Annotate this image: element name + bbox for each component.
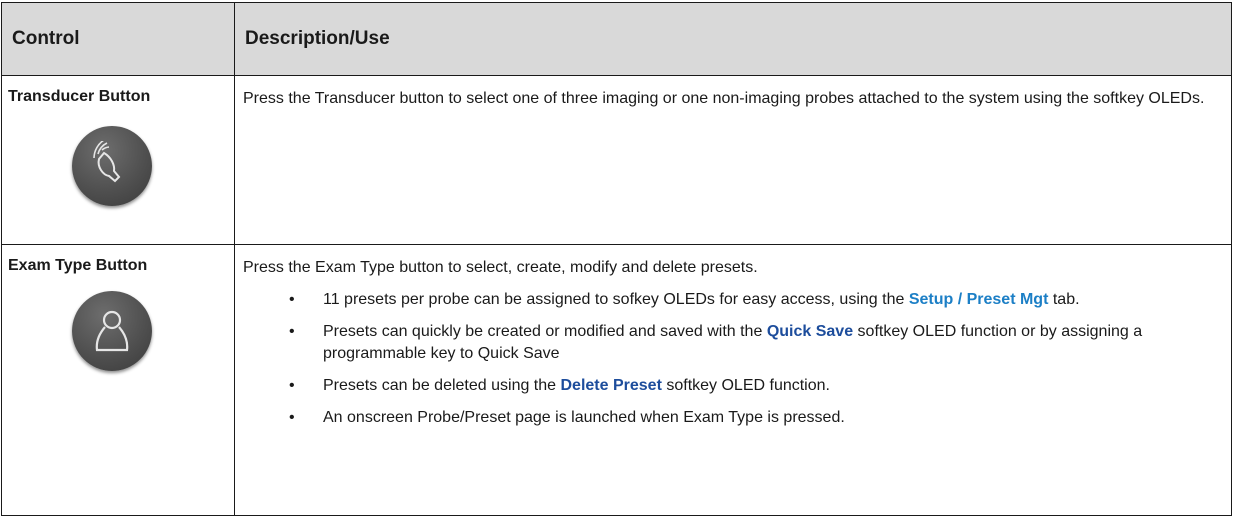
table-row: Exam Type Button Press the Exam Type but… (1, 244, 1232, 516)
bullet-text: softkey OLED function. (666, 377, 830, 394)
bullet-text: tab. (1052, 291, 1080, 308)
bullet-icon: • (289, 323, 295, 340)
quick-save-link[interactable]: Quick Save (767, 323, 853, 340)
setup-preset-mgt-link[interactable]: Setup / Preset Mgt (909, 291, 1049, 308)
bullet-icon: • (289, 377, 295, 394)
list-item: • An onscreen Probe/Preset page is launc… (243, 407, 1225, 429)
bullet-text: 11 presets per probe can be assigned to … (323, 291, 905, 308)
bullet-icon: • (289, 291, 295, 308)
header-control: Control (1, 2, 235, 76)
delete-preset-link[interactable]: Delete Preset (561, 377, 662, 394)
description-cell: Press the Transducer button to select on… (234, 75, 1232, 245)
bullet-text: An onscreen Probe/Preset page is launche… (323, 409, 845, 426)
description-cell: Press the Exam Type button to select, cr… (234, 244, 1232, 516)
control-cell: Exam Type Button (1, 244, 235, 516)
control-label-exam-type: Exam Type Button (8, 257, 148, 274)
bullet-text: Presets can be deleted using the (323, 377, 557, 394)
transducer-description: Press the Transducer button to select on… (243, 90, 1205, 107)
bullet-text: Presets can quickly be created or modifi… (323, 323, 763, 340)
control-cell: Transducer Button (1, 75, 235, 245)
exam-type-person-icon (72, 291, 152, 371)
table-row: Transducer Button Press the Transducer b… (1, 75, 1232, 245)
controls-table: Control Description/Use Transducer Butto… (1, 2, 1232, 516)
exam-type-bullets: • 11 presets per probe can be assigned t… (243, 289, 1225, 429)
list-item: • Presets can quickly be created or modi… (243, 321, 1225, 365)
header-description: Description/Use (234, 2, 1232, 76)
bullet-icon: • (289, 409, 295, 426)
control-label-transducer: Transducer Button (8, 88, 151, 105)
list-item: • 11 presets per probe can be assigned t… (243, 289, 1225, 311)
list-item: • Presets can be deleted using the Delet… (243, 375, 1225, 397)
table-header-row: Control Description/Use (1, 2, 1232, 76)
transducer-probe-icon (72, 126, 152, 206)
exam-type-intro: Press the Exam Type button to select, cr… (243, 259, 758, 276)
